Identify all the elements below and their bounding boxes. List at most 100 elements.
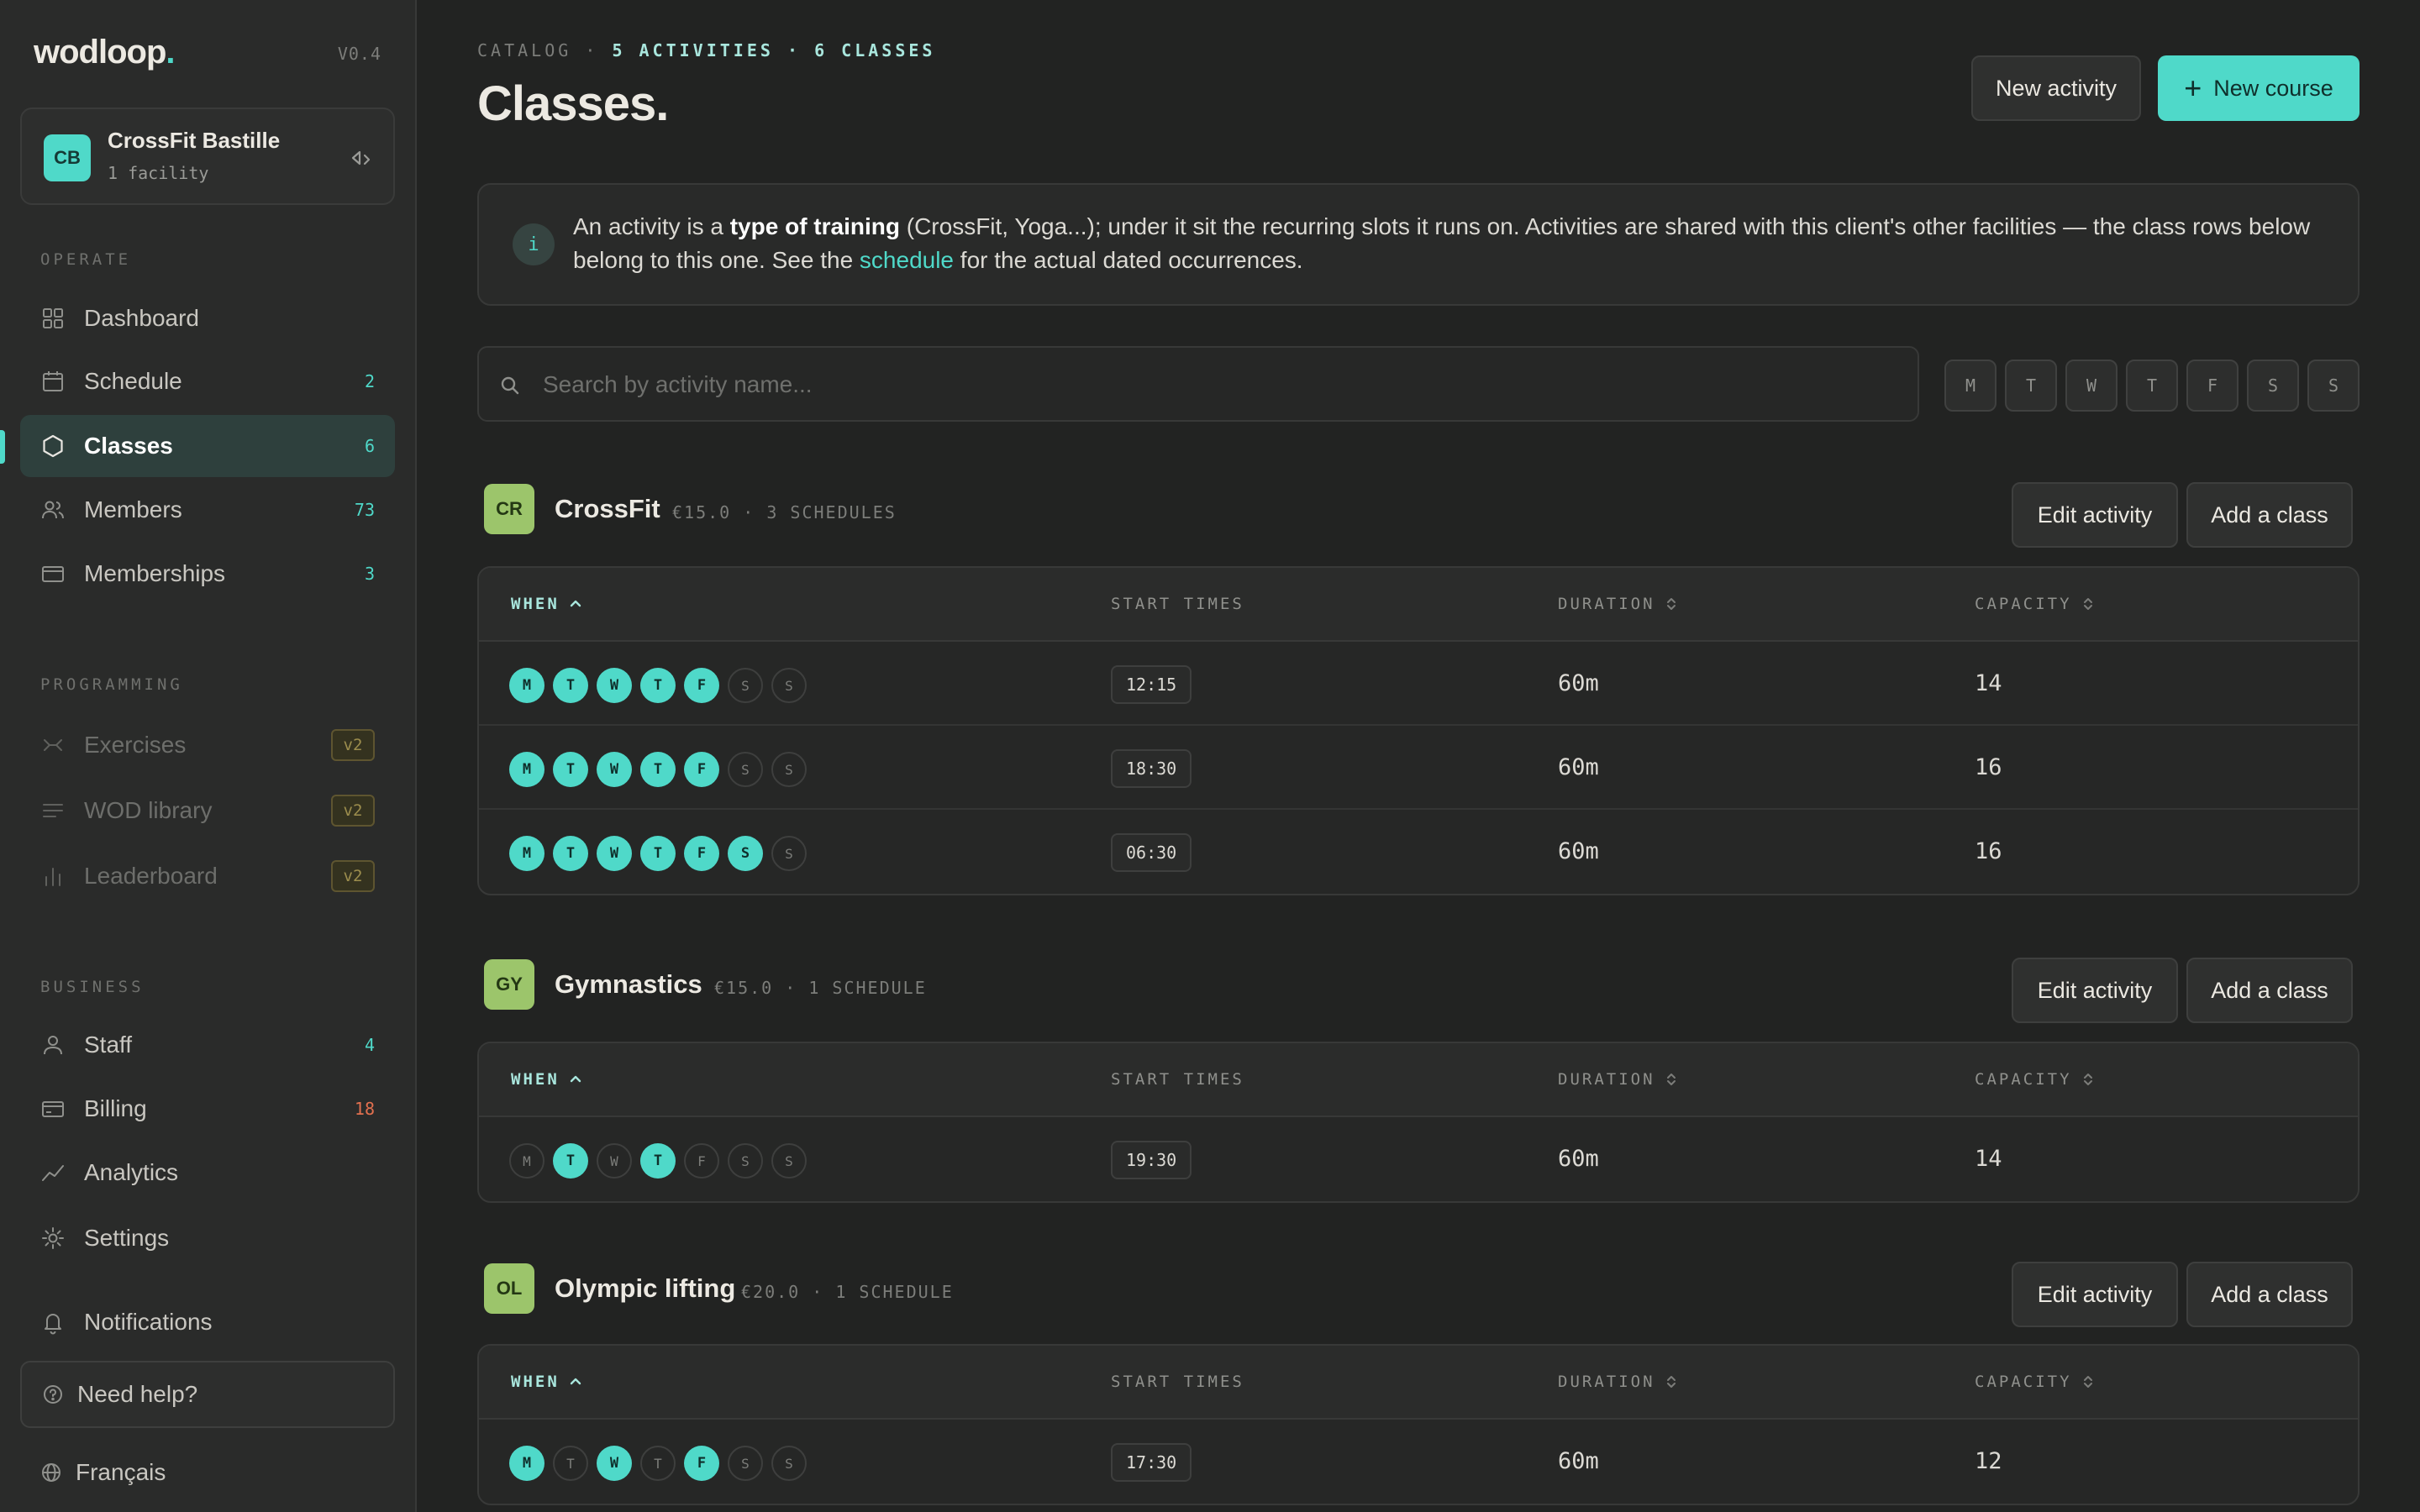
day-filter-2[interactable]: W bbox=[2065, 360, 2118, 412]
sort-icon bbox=[1666, 598, 1676, 610]
nav-analytics[interactable]: Analytics bbox=[20, 1142, 395, 1204]
nav-label: Notifications bbox=[84, 1309, 213, 1335]
weekday-pill: S bbox=[728, 836, 763, 871]
activity-name[interactable]: Gymnastics bbox=[555, 969, 702, 1000]
activity-header: OL Olympic lifting €20.0 · 1 SCHEDULE Edit … bbox=[484, 1262, 2353, 1327]
activity-name[interactable]: CrossFit bbox=[555, 494, 660, 524]
add-class-button[interactable]: Add a class bbox=[2186, 482, 2353, 548]
nav-billing[interactable]: Billing 18 bbox=[20, 1078, 395, 1140]
activity-avatar: CR bbox=[484, 484, 534, 534]
nav-label: WOD library bbox=[84, 797, 213, 823]
weekday-pill: T bbox=[640, 752, 676, 787]
sort-capacity[interactable]: CAPACITY bbox=[1975, 1070, 2096, 1089]
edit-activity-button[interactable]: Edit activity bbox=[2012, 1262, 2178, 1327]
nav-members[interactable]: Members 73 bbox=[20, 479, 395, 541]
nav-notifications[interactable]: Notifications bbox=[20, 1291, 395, 1353]
add-class-label: Add a class bbox=[2211, 1281, 2328, 1307]
sort-when[interactable]: WHEN bbox=[511, 595, 583, 613]
duration-cell: 60m bbox=[1558, 1146, 1599, 1172]
weekday-pill: T bbox=[640, 1143, 676, 1179]
nav-memberships[interactable]: Memberships 3 bbox=[20, 543, 395, 605]
day-filter-5[interactable]: S bbox=[2247, 360, 2299, 412]
edit-activity-button[interactable]: Edit activity bbox=[2012, 482, 2178, 548]
start-time-chip: 12:15 bbox=[1111, 665, 1192, 704]
add-class-button[interactable]: Add a class bbox=[2186, 1262, 2353, 1327]
capacity-cell: 14 bbox=[1975, 1146, 2002, 1172]
weekday-pill: S bbox=[771, 752, 807, 787]
start-time-chip: 17:30 bbox=[1111, 1443, 1192, 1482]
col-start-times: START TIMES bbox=[1111, 595, 1244, 613]
day-filter-0[interactable]: M bbox=[1944, 360, 1996, 412]
sort-icon bbox=[2083, 1074, 2092, 1085]
duration-cell: 60m bbox=[1558, 670, 1599, 696]
breadcrumb-separator: · bbox=[585, 40, 599, 60]
nav-label: Leaderboard bbox=[84, 863, 218, 889]
day-filter-3[interactable]: T bbox=[2126, 360, 2178, 412]
nav-exercises[interactable]: Exercises v2 bbox=[20, 714, 395, 776]
add-class-label: Add a class bbox=[2211, 977, 2328, 1003]
help-button[interactable]: Need help? bbox=[20, 1361, 395, 1428]
sort-when[interactable]: WHEN bbox=[511, 1373, 583, 1391]
weekday-pill: S bbox=[728, 668, 763, 703]
start-time-chip: 18:30 bbox=[1111, 749, 1192, 788]
breadcrumb-root[interactable]: CATALOG bbox=[477, 40, 571, 60]
activity-name[interactable]: Olympic lifting bbox=[555, 1273, 735, 1304]
table-row[interactable]: M T W T F S S 17:30 60m 12 bbox=[479, 1420, 2358, 1504]
search-input[interactable]: Search by activity name... bbox=[477, 346, 1919, 422]
sort-duration[interactable]: DURATION bbox=[1558, 1070, 1679, 1089]
trend-icon bbox=[42, 1165, 64, 1181]
nav-leaderboard[interactable]: Leaderboard v2 bbox=[20, 845, 395, 907]
nav-settings[interactable]: Settings bbox=[20, 1207, 395, 1269]
brand-name: wodloop bbox=[34, 34, 166, 71]
nav-staff[interactable]: Staff 4 bbox=[20, 1014, 395, 1076]
day-filter-1[interactable]: T bbox=[2005, 360, 2057, 412]
sort-when[interactable]: WHEN bbox=[511, 1070, 583, 1089]
sort-icon bbox=[2083, 598, 2092, 610]
brand-logo[interactable]: wodloop. bbox=[34, 34, 176, 71]
active-indicator bbox=[0, 430, 5, 464]
day-filter-4[interactable]: F bbox=[2186, 360, 2238, 412]
weekday-pills: MTWTFSS bbox=[509, 668, 815, 703]
nav-dashboard[interactable]: Dashboard bbox=[20, 287, 395, 349]
weekday-pill: T bbox=[553, 752, 588, 787]
card-icon bbox=[42, 566, 64, 582]
switch-facility-icon[interactable] bbox=[348, 144, 375, 171]
new-activity-button[interactable]: New activity bbox=[1971, 55, 2141, 121]
sort-duration[interactable]: DURATION bbox=[1558, 595, 1679, 613]
sort-duration[interactable]: DURATION bbox=[1558, 1373, 1679, 1391]
nav-wod-library[interactable]: WOD library v2 bbox=[20, 780, 395, 842]
start-time-chip: 19:30 bbox=[1111, 1141, 1192, 1179]
info-icon: i bbox=[513, 223, 555, 265]
page-title: Classes. bbox=[477, 76, 669, 131]
weekday-pill: T bbox=[640, 836, 676, 871]
day-filter-6[interactable]: S bbox=[2307, 360, 2360, 412]
sort-icon bbox=[1666, 1074, 1676, 1085]
facility-switcher[interactable]: CB CrossFit Bastille 1 facility bbox=[20, 108, 395, 205]
table-row[interactable]: M T W T F S S 06:30 60m 16 bbox=[479, 810, 2358, 894]
nav-count: 2 bbox=[364, 371, 375, 391]
weekday-pill: W bbox=[597, 752, 632, 787]
info-text: An activity is a type of training (Cross… bbox=[573, 213, 2311, 273]
edit-activity-button[interactable]: Edit activity bbox=[2012, 958, 2178, 1023]
classes-table: WHEN START TIMES DURATION CAPACITY M T W T F S S 17… bbox=[477, 1344, 2360, 1505]
language-switcher[interactable]: Français bbox=[20, 1441, 395, 1504]
col-start-times: START TIMES bbox=[1111, 1070, 1244, 1089]
new-course-button[interactable]: + New course bbox=[2158, 55, 2360, 121]
sort-icon bbox=[1666, 1376, 1676, 1388]
capacity-cell: 14 bbox=[1975, 670, 2002, 696]
edit-activity-label: Edit activity bbox=[2037, 501, 2153, 528]
capacity-cell: 16 bbox=[1975, 838, 2002, 864]
section-business: BUSINESS bbox=[40, 978, 145, 996]
nav-schedule[interactable]: Schedule 2 bbox=[20, 350, 395, 412]
sort-capacity[interactable]: CAPACITY bbox=[1975, 1373, 2096, 1391]
nav-label: Classes bbox=[84, 433, 173, 459]
table-row[interactable]: M T W T F S S 18:30 60m 16 bbox=[479, 726, 2358, 810]
nav-classes[interactable]: Classes 6 bbox=[20, 415, 395, 477]
table-row[interactable]: M T W T F S S 19:30 60m 14 bbox=[479, 1117, 2358, 1201]
add-class-button[interactable]: Add a class bbox=[2186, 958, 2353, 1023]
activity-avatar: OL bbox=[484, 1263, 534, 1314]
table-row[interactable]: M T W T F S S 12:15 60m 14 bbox=[479, 642, 2358, 726]
bell-icon bbox=[45, 1314, 61, 1335]
sort-capacity[interactable]: CAPACITY bbox=[1975, 595, 2096, 613]
schedule-link[interactable]: schedule bbox=[860, 247, 954, 273]
